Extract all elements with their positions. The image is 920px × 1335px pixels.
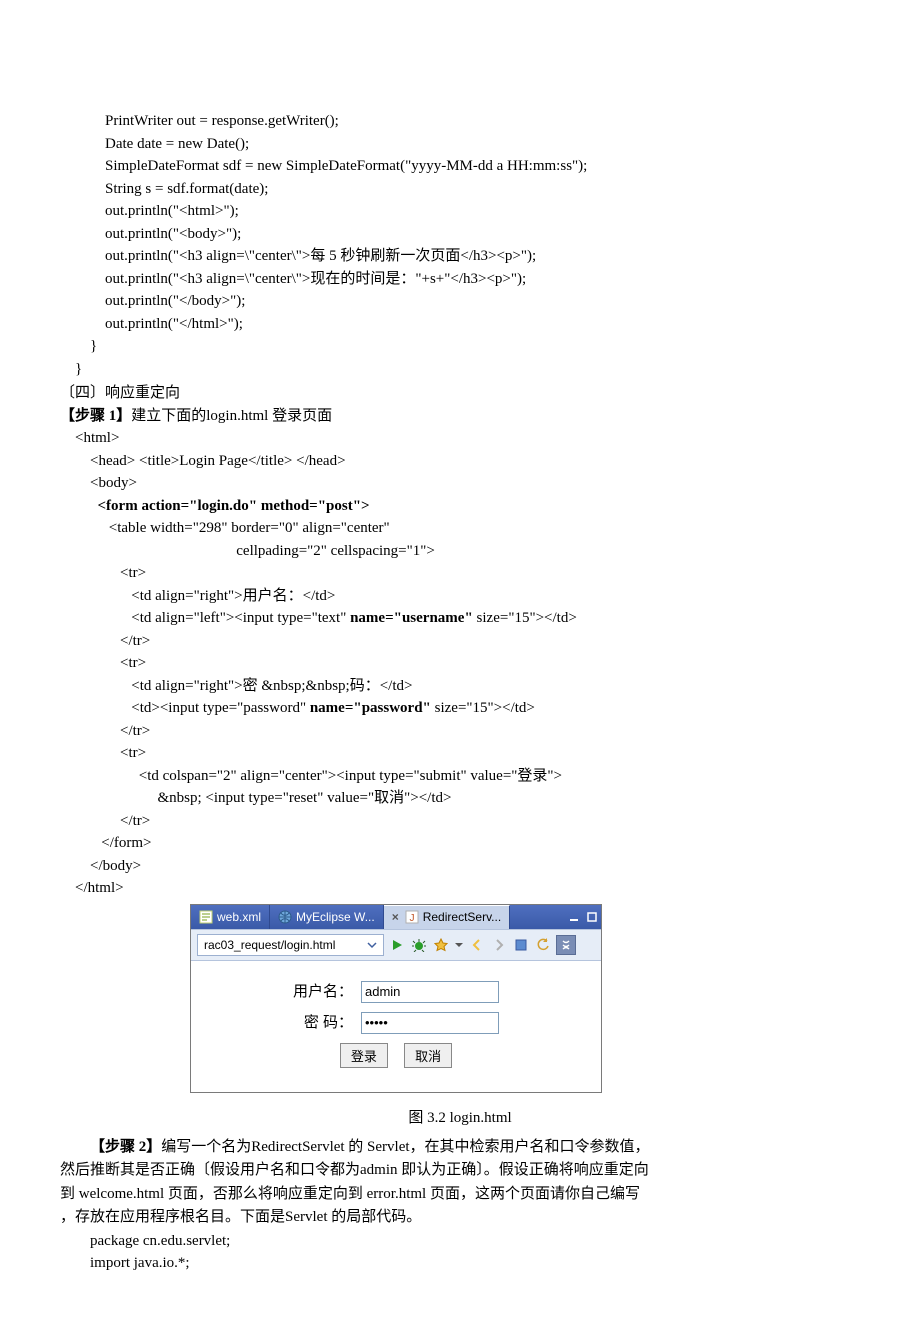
code-block-servlet: package cn.edu.servlet; import java.io.*… [60,1230,860,1275]
back-icon[interactable] [468,936,486,954]
forward-icon[interactable] [490,936,508,954]
paragraph: 到 welcome.html 页面，否那么将响应重定向到 error.html … [60,1183,860,1206]
code-line: out.println("<h3 align=\"center\">现在的时间是… [60,268,860,291]
minimize-button[interactable] [565,905,583,929]
code-block-login-html: <html> <head> <title>Login Page</title> … [60,427,860,900]
code-line: <table width="298" border="0" align="cen… [60,517,860,540]
code-line: &nbsp; <input type="reset" value="取消"></… [60,787,860,810]
cancel-button[interactable] [404,1043,452,1068]
browser-toolbar [191,929,601,961]
tab-label: MyEclipse W... [296,908,375,926]
row-password: 密 码： [291,1010,501,1037]
address-bar[interactable] [197,934,384,956]
username-label: 用户名： [291,979,355,1006]
svg-text:J: J [409,913,414,924]
code-line: <html> [60,427,860,450]
close-tab-icon[interactable]: × [392,908,399,926]
code-line: <td align="right">密 &nbsp;&nbsp;码：</td> [60,675,860,698]
code-line: <td colspan="2" align="center"><input ty… [60,765,860,788]
refresh-icon[interactable] [534,936,552,954]
step-2-line: 【步骤 2】编写一个名为RedirectServlet 的 Servlet，在其… [60,1136,860,1159]
code-line-password: <td><input type="password" name="passwor… [60,697,860,720]
code-line: PrintWriter out = response.getWriter(); [60,110,860,133]
code-line: SimpleDateFormat sdf = new SimpleDateFor… [60,155,860,178]
code-text: <td align="left"><input type="text" [60,610,350,626]
code-line: out.println("<html>"); [60,200,860,223]
code-text: size="15"></td> [473,610,577,626]
code-line: </html> [60,877,860,900]
section-four-heading: 〔四〕响应重定向 [60,382,860,405]
ide-screenshot: web.xml MyEclipse W... × J RedirectServ.… [190,904,860,1094]
figure-caption: 图 3.2 login.html [60,1107,860,1130]
code-line: <tr> [60,562,860,585]
code-line: </tr> [60,630,860,653]
home-icon[interactable] [556,935,576,955]
code-line: <head> <title>Login Page</title> </head> [60,450,860,473]
password-label: 密 码： [291,1010,355,1037]
tab-webxml[interactable]: web.xml [191,905,270,929]
tab-label: web.xml [217,908,261,926]
code-line: </tr> [60,720,860,743]
login-button[interactable] [340,1043,388,1068]
maximize-button[interactable] [583,905,601,929]
name-password-attr: name="password" [310,700,431,716]
code-line: out.println("</html>"); [60,313,860,336]
address-input[interactable] [202,937,361,953]
xml-file-icon [199,910,213,924]
tab-label: RedirectServ... [423,908,501,926]
paragraph: ，存放在应用程序根名目。下面是Servlet 的局部代码。 [60,1206,860,1229]
editor-tab-bar: web.xml MyEclipse W... × J RedirectServ.… [191,905,601,929]
code-line: } [60,335,860,358]
step-1-line: 【步骤 1】建立下面的login.html 登录页面 [60,405,860,428]
stop-icon[interactable] [512,936,530,954]
code-line: import java.io.*; [60,1252,860,1275]
code-line: Date date = new Date(); [60,133,860,156]
step-2-text: 编写一个名为RedirectServlet 的 Servlet，在其中检索用户名… [161,1139,649,1155]
code-line: </tr> [60,810,860,833]
globe-icon [278,910,292,924]
username-input[interactable] [361,981,499,1003]
code-line: </body> [60,855,860,878]
code-line: package cn.edu.servlet; [60,1230,860,1253]
code-line: out.println("</body>"); [60,290,860,313]
code-line-username: <td align="left"><input type="text" name… [60,607,860,630]
tab-spacer [510,905,565,929]
code-line: </form> [60,832,860,855]
step-1-label: 【步骤 1】 [60,408,131,424]
code-block-refresh: PrintWriter out = response.getWriter(); … [60,110,860,380]
tab-myeclipse[interactable]: MyEclipse W... [270,905,384,929]
code-line: String s = sdf.format(date); [60,178,860,201]
code-line-form-open: <form action="login.do" method="post"> [60,495,860,518]
ide-window: web.xml MyEclipse W... × J RedirectServ.… [190,904,602,1094]
code-line: <body> [60,472,860,495]
code-text: <td><input type="password" [60,700,310,716]
row-username: 用户名： [291,979,501,1006]
go-icon[interactable] [388,936,406,954]
java-file-icon: J [405,910,419,924]
code-line: <tr> [60,742,860,765]
dropdown-arrow-icon[interactable] [454,936,464,954]
favorites-icon[interactable] [432,936,450,954]
step-2-label: 【步骤 2】 [90,1139,161,1155]
document-page: PrintWriter out = response.getWriter(); … [0,0,920,1335]
tab-redirect[interactable]: × J RedirectServ... [384,905,510,929]
code-line: cellpading="2" cellspacing="1"> [60,540,860,563]
row-buttons [291,1041,501,1071]
code-line: <td align="right">用户名：</td> [60,585,860,608]
name-username-attr: name="username" [350,610,473,626]
password-input[interactable] [361,1012,499,1034]
chevron-down-icon[interactable] [365,938,379,952]
step-1-text: 建立下面的login.html 登录页面 [131,408,332,424]
debug-icon[interactable] [410,936,428,954]
login-form: 用户名： 密 码： [287,975,505,1075]
paragraph: 然后推断其是否正确〔假设用户名和口令都为admin 即认为正确〕。假设正确将响应… [60,1159,860,1182]
code-line: out.println("<body>"); [60,223,860,246]
page-content: 用户名： 密 码： [191,961,601,1093]
code-line: } [60,358,860,381]
code-text: size="15"></td> [431,700,535,716]
code-line: out.println("<h3 align=\"center\">每 5 秒钟… [60,245,860,268]
code-line: <tr> [60,652,860,675]
